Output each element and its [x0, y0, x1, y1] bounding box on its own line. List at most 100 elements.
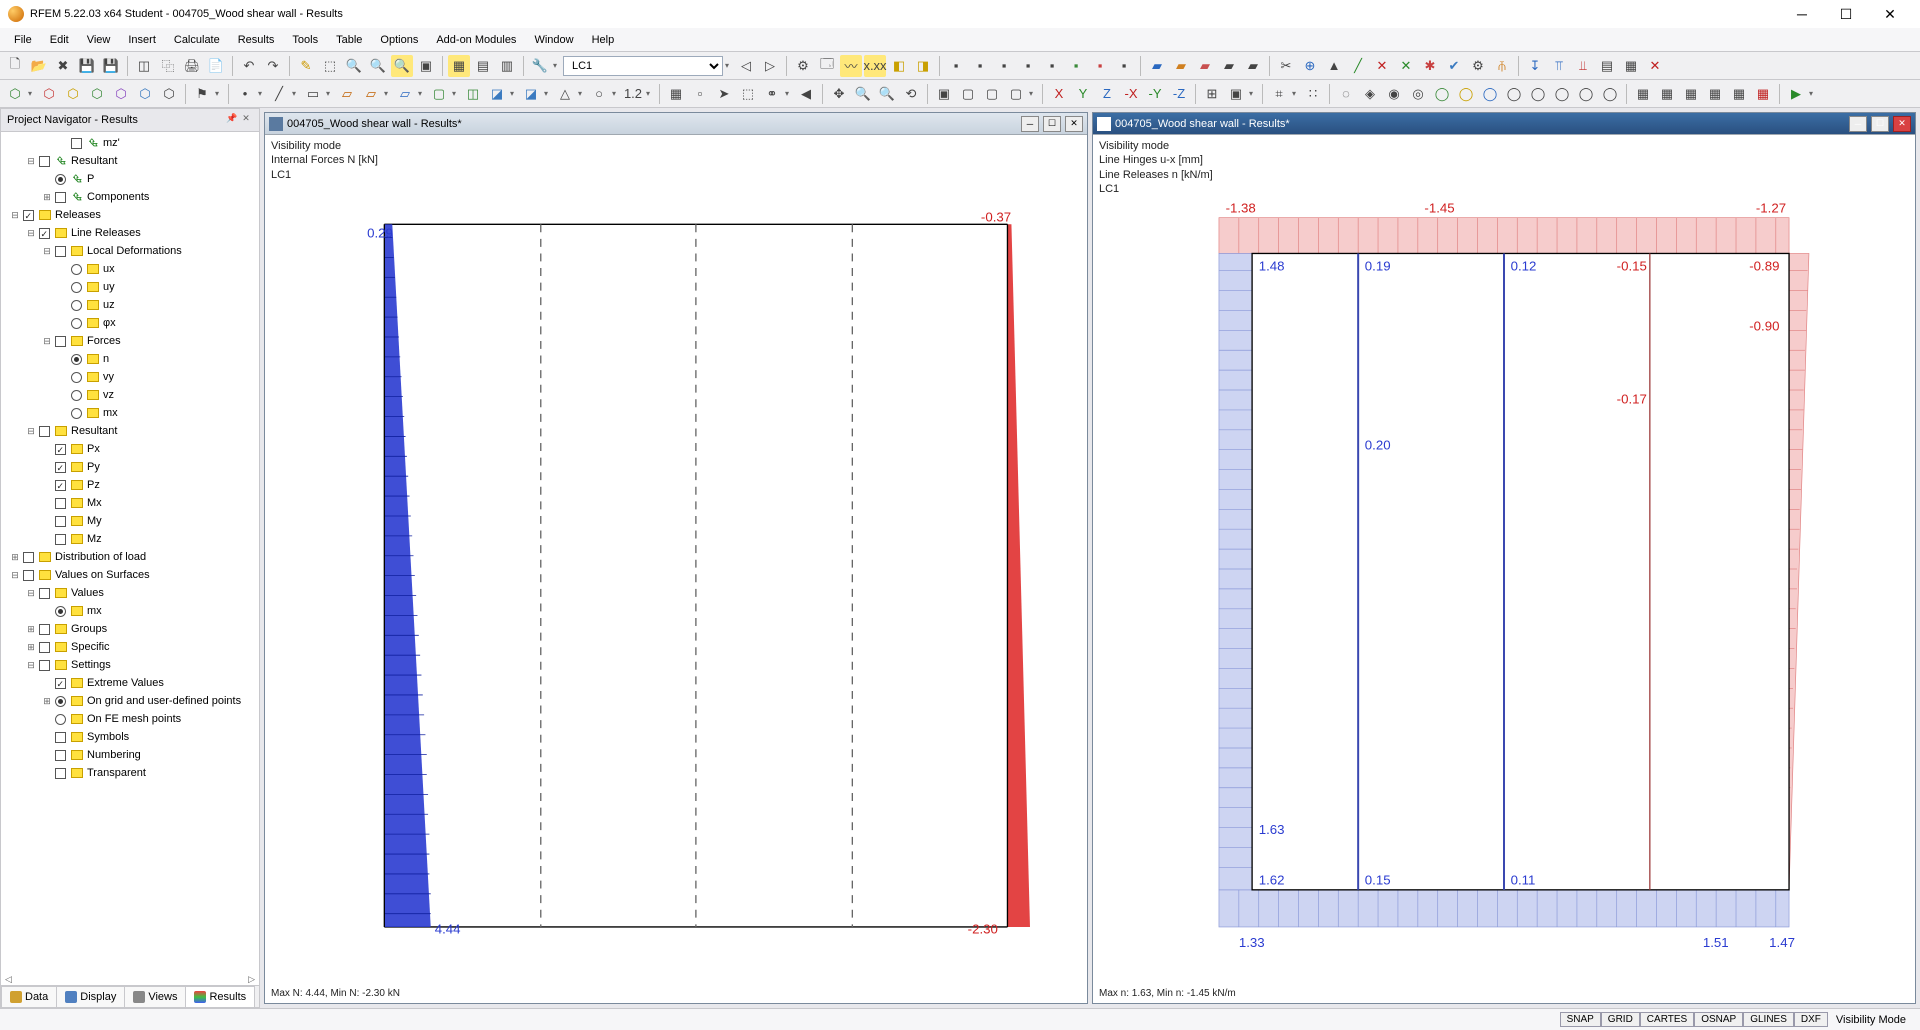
- view-z-icon[interactable]: ▢: [1005, 83, 1027, 105]
- measure-icon[interactable]: ✎: [295, 55, 317, 77]
- tbl-c-icon[interactable]: ▦: [1680, 83, 1702, 105]
- menu-view[interactable]: View: [79, 32, 119, 48]
- tree-expander-icon[interactable]: ⊞: [25, 642, 37, 653]
- checkbox-icon[interactable]: [23, 210, 34, 221]
- tree-item[interactable]: ⮴P: [1, 170, 259, 188]
- checkbox-icon[interactable]: [55, 336, 66, 347]
- checkbox-icon[interactable]: [39, 588, 50, 599]
- tool-star-icon[interactable]: ✱: [1419, 55, 1441, 77]
- snap-d-icon[interactable]: ◎: [1407, 83, 1429, 105]
- zoom-rotate-icon[interactable]: ⟲: [900, 83, 922, 105]
- doc-right-close-button[interactable]: ✕: [1893, 116, 1911, 132]
- menu-addon[interactable]: Add-on Modules: [428, 32, 524, 48]
- snap-f-icon[interactable]: ◯: [1455, 83, 1477, 105]
- axis-y-icon[interactable]: Y: [1072, 83, 1094, 105]
- doc-right-minimize-button[interactable]: ─: [1849, 116, 1867, 132]
- radio-icon[interactable]: [71, 300, 82, 311]
- tree-item[interactable]: ⊟Values on Surfaces: [1, 566, 259, 584]
- tree-item[interactable]: ⊟Settings: [1, 656, 259, 674]
- doc-left-minimize-button[interactable]: ─: [1021, 116, 1039, 132]
- menu-window[interactable]: Window: [526, 32, 581, 48]
- print-icon[interactable]: 🖨: [181, 55, 203, 77]
- tree-expander-icon[interactable]: ⊞: [25, 624, 37, 635]
- navigator-tab-results[interactable]: Results: [185, 986, 255, 1007]
- menu-table[interactable]: Table: [328, 32, 370, 48]
- tables3-icon[interactable]: ▥: [496, 55, 518, 77]
- doc-left-close-button[interactable]: ✕: [1065, 116, 1083, 132]
- layer-e-icon[interactable]: ⬡: [110, 83, 132, 105]
- zoom-prev-icon[interactable]: 🔍: [391, 55, 413, 77]
- menu-results[interactable]: Results: [230, 32, 283, 48]
- tree-item[interactable]: ⊞Groups: [1, 620, 259, 638]
- surf-a-icon[interactable]: ▰: [1146, 55, 1168, 77]
- tree-expander-icon[interactable]: ⊟: [25, 426, 37, 437]
- menu-tools[interactable]: Tools: [284, 32, 326, 48]
- values-icon[interactable]: x.xx: [864, 55, 886, 77]
- radio-icon[interactable]: [71, 354, 82, 365]
- pan-icon[interactable]: ✥: [828, 83, 850, 105]
- grid-b-icon[interactable]: ▪: [969, 55, 991, 77]
- snap-l-icon[interactable]: ◯: [1599, 83, 1621, 105]
- axis-neg-y-icon[interactable]: -Y: [1144, 83, 1166, 105]
- tree-expander-icon[interactable]: ⊞: [41, 696, 53, 707]
- tbl-d-icon[interactable]: ▦: [1704, 83, 1726, 105]
- tree-item[interactable]: ⊞On grid and user-defined points: [1, 692, 259, 710]
- line-a-icon[interactable]: ╱: [268, 83, 290, 105]
- navigator-pin-icon[interactable]: 📌: [225, 113, 239, 127]
- status-dxf[interactable]: DXF: [1794, 1012, 1828, 1027]
- radio-icon[interactable]: [71, 372, 82, 383]
- load-solid-icon[interactable]: ▦: [1620, 55, 1642, 77]
- status-glines[interactable]: GLINES: [1743, 1012, 1794, 1027]
- tree-expander-icon[interactable]: ⊟: [9, 570, 21, 581]
- numbering-icon[interactable]: 1.2: [622, 83, 644, 105]
- view-x-icon[interactable]: ▢: [957, 83, 979, 105]
- grid-d-icon[interactable]: ▪: [1017, 55, 1039, 77]
- menu-edit[interactable]: Edit: [42, 32, 77, 48]
- checkbox-icon[interactable]: [39, 156, 50, 167]
- tree-item[interactable]: vz: [1, 386, 259, 404]
- tree-item[interactable]: Symbols: [1, 728, 259, 746]
- layer-a-icon[interactable]: ⬡: [4, 83, 26, 105]
- snap-k-icon[interactable]: ◯: [1575, 83, 1597, 105]
- render-wire-icon[interactable]: ⊞: [1201, 83, 1223, 105]
- new-icon[interactable]: 🗋: [4, 55, 26, 77]
- menu-file[interactable]: File: [6, 32, 40, 48]
- tree-item[interactable]: Pz: [1, 476, 259, 494]
- sel-pointer-icon[interactable]: ➤: [713, 83, 735, 105]
- tree-item[interactable]: n: [1, 350, 259, 368]
- snap-e-icon[interactable]: ◯: [1431, 83, 1453, 105]
- checkbox-icon[interactable]: [55, 192, 66, 203]
- support-icon[interactable]: △: [554, 83, 576, 105]
- navigator-tab-views[interactable]: Views: [124, 986, 186, 1007]
- sel-all-icon[interactable]: ▦: [665, 83, 687, 105]
- tool-line-icon[interactable]: ╱: [1347, 55, 1369, 77]
- member-icon[interactable]: ▱: [394, 83, 416, 105]
- iso1-icon[interactable]: ◧: [888, 55, 910, 77]
- hinge-icon[interactable]: ○: [588, 83, 610, 105]
- tree-item[interactable]: Py: [1, 458, 259, 476]
- axis-x-icon[interactable]: X: [1048, 83, 1070, 105]
- surf-d-icon[interactable]: ▰: [1218, 55, 1240, 77]
- snap-j-icon[interactable]: ◯: [1551, 83, 1573, 105]
- tree-item[interactable]: vy: [1, 368, 259, 386]
- menu-insert[interactable]: Insert: [120, 32, 164, 48]
- solid-icon[interactable]: ◪: [486, 83, 508, 105]
- tree-expander-icon[interactable]: ⊞: [41, 192, 53, 203]
- radio-icon[interactable]: [55, 696, 66, 707]
- grid-g-icon[interactable]: ▪: [1089, 55, 1111, 77]
- tree-expander-icon[interactable]: ⊟: [41, 246, 53, 257]
- copy-model-icon[interactable]: ⿻: [157, 55, 179, 77]
- snap-c-icon[interactable]: ◉: [1383, 83, 1405, 105]
- render-solid-icon[interactable]: ▣: [1225, 83, 1247, 105]
- view-iso-icon[interactable]: ▣: [933, 83, 955, 105]
- view-icon[interactable]: ▣: [415, 55, 437, 77]
- checkbox-icon[interactable]: [55, 462, 66, 473]
- tables-icon[interactable]: ▦: [448, 55, 470, 77]
- status-osnap[interactable]: OSNAP: [1694, 1012, 1743, 1027]
- checkbox-icon[interactable]: [55, 444, 66, 455]
- minimize-button[interactable]: ─: [1780, 0, 1824, 28]
- layer-d-icon[interactable]: ⬡: [86, 83, 108, 105]
- report-icon[interactable]: 📄: [205, 55, 227, 77]
- axis-neg-x-icon[interactable]: -X: [1120, 83, 1142, 105]
- tree-item[interactable]: Numbering: [1, 746, 259, 764]
